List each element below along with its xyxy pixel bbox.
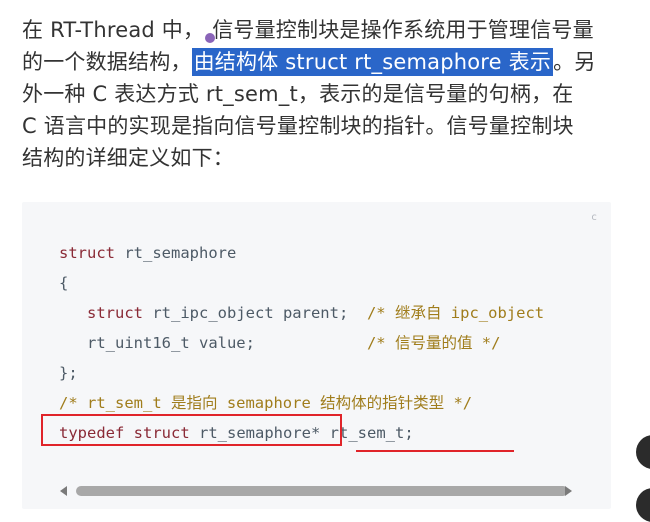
text-segment: 在 RT-Thread 中， [22, 18, 205, 42]
paragraph-line-3: 外一种 C 表达方式 rt_sem_t，表示的是信号量的句柄，在 [22, 82, 574, 106]
paragraph-line-1: 在 RT-Thread 中， 信号量控制块是操作系统用于管理信号量 [22, 14, 622, 46]
code-comment: /* 继承自 ipc_object [366, 304, 545, 322]
code-identifier: rt_semaphore [115, 244, 237, 262]
code-language-label: c [590, 212, 597, 223]
code-brace: }; [59, 364, 78, 382]
code-punctuation: ; [404, 424, 414, 442]
selected-text[interactable]: 由结构体 struct rt_semaphore 表示 [191, 48, 554, 76]
floating-action-button[interactable] [636, 435, 650, 469]
code-line-2: { [59, 268, 544, 298]
code-comment: /* 信号量的值 */ [366, 334, 501, 352]
text-segment: 的一个数据结构， [22, 50, 192, 74]
annotation-underline [356, 450, 514, 452]
code-line-4: rt_uint16_t value; /* 信号量的值 */ [59, 328, 544, 358]
intro-paragraph: 在 RT-Thread 中， 信号量控制块是操作系统用于管理信号量 的一个数据结构… [22, 14, 622, 174]
paragraph-line-2: 的一个数据结构，由结构体 struct rt_semaphore 表示。另 [22, 46, 622, 78]
paragraph-line-5: 结构的详细定义如下： [22, 146, 234, 170]
annotation-box [41, 414, 342, 446]
code-identifier: rt_uint16_t value; [87, 334, 367, 352]
code-identifier: rt_ipc_object parent; [143, 304, 367, 322]
text-segment: 信号量控制块是操作系统用于管理信号量 [212, 18, 594, 42]
code-comment: /* rt_sem_t 是指向 semaphore 结构体的指针类型 */ [59, 394, 473, 412]
scrollbar-thumb[interactable] [76, 486, 568, 496]
code-block: c struct rt_semaphore { struct rt_ipc_obj… [22, 202, 611, 509]
floating-action-button[interactable] [636, 488, 650, 522]
text-segment: 。另 [553, 50, 596, 74]
code-brace: { [59, 274, 69, 292]
horizontal-scrollbar[interactable] [54, 484, 578, 498]
scroll-right-icon[interactable] [565, 486, 572, 496]
code-keyword: struct [59, 244, 115, 262]
scroll-left-icon[interactable] [60, 486, 67, 496]
paragraph-line-4: C 语言中的实现是指向信号量控制块的指针。信号量控制块 [22, 114, 574, 138]
code-line-1: struct rt_semaphore [59, 238, 544, 268]
code-line-5: }; [59, 358, 544, 388]
code-keyword: struct [87, 304, 143, 322]
code-line-3: struct rt_ipc_object parent; /* 继承自 ipc_… [59, 298, 544, 328]
